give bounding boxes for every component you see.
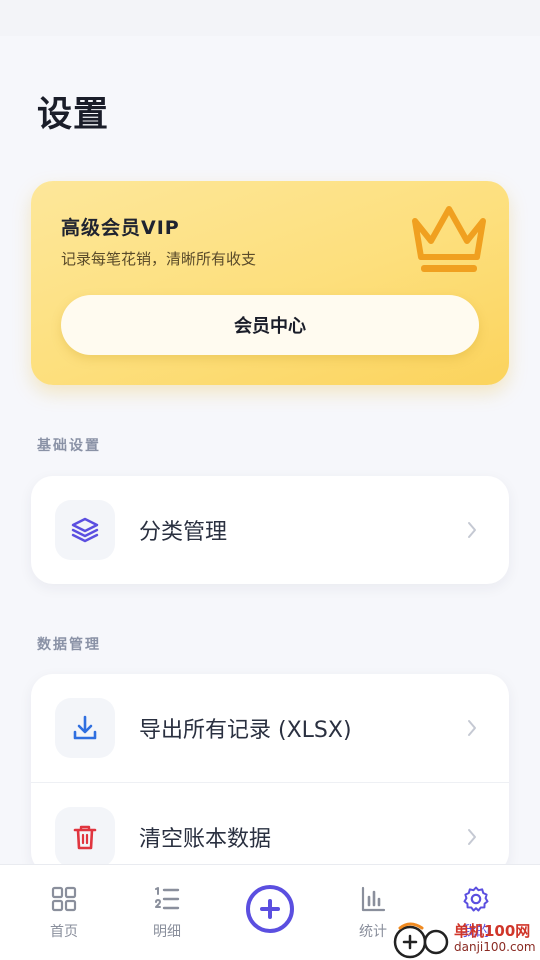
- tab-label: 明细: [153, 924, 181, 940]
- vip-subtitle: 记录每笔花销，清晰所有收支: [61, 250, 257, 268]
- vip-card: 高级会员VIP 记录每笔花销，清晰所有收支 会员中心: [31, 181, 509, 385]
- basic-settings-card: 分类管理: [31, 476, 509, 584]
- layers-icon-box: [55, 500, 115, 560]
- clear-ledger-row[interactable]: 清空账本数据: [31, 782, 509, 874]
- chevron-right-icon: [468, 829, 476, 845]
- section-label-basic: 基础设置: [37, 438, 101, 454]
- bar-chart-icon: [361, 886, 386, 912]
- section-label-data: 数据管理: [37, 637, 101, 653]
- tab-label: 首页: [50, 924, 78, 940]
- page-title: 设置: [37, 95, 110, 135]
- member-center-button[interactable]: 会员中心: [61, 295, 479, 355]
- chevron-right-icon: [468, 522, 476, 538]
- data-management-card: 导出所有记录 (XLSX) 清空账本数据: [31, 674, 509, 874]
- vip-title: 高级会员VIP: [61, 217, 180, 239]
- grid-icon: [51, 886, 77, 912]
- download-icon: [73, 715, 97, 740]
- gear-icon: [463, 886, 489, 912]
- row-label: 清空账本数据: [139, 827, 272, 852]
- crown-icon: [412, 206, 486, 272]
- trash-icon-box: [55, 807, 115, 867]
- tab-details[interactable]: 明细: [113, 865, 221, 960]
- export-records-row[interactable]: 导出所有记录 (XLSX): [31, 674, 509, 782]
- row-label: 导出所有记录 (XLSX): [139, 718, 352, 743]
- list-icon: [155, 887, 180, 910]
- add-record-button[interactable]: [246, 885, 294, 933]
- watermark-brand: 单机100网: [454, 922, 531, 940]
- watermark-logo-icon: [393, 922, 449, 959]
- watermark-domain: danji100.com: [454, 940, 536, 954]
- category-management-row[interactable]: 分类管理: [31, 476, 509, 584]
- tab-home[interactable]: 首页: [10, 865, 118, 960]
- download-icon-box: [55, 698, 115, 758]
- chevron-right-icon: [468, 720, 476, 736]
- row-label: 分类管理: [139, 520, 228, 545]
- watermark: 单机100网 danji100.com: [392, 916, 540, 960]
- status-bar: [0, 0, 540, 36]
- layers-icon: [71, 517, 99, 543]
- trash-icon: [73, 825, 97, 850]
